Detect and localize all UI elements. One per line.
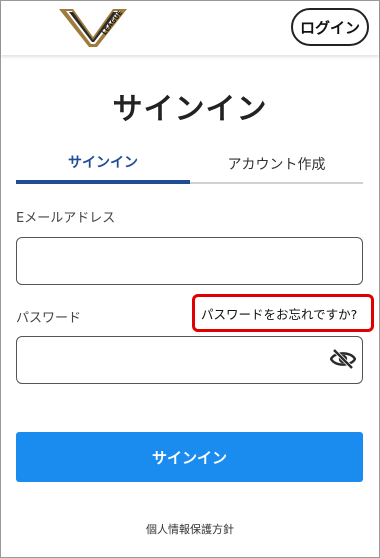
header: LEAGUE ログイン [1, 1, 379, 55]
privacy-policy-link[interactable]: 個人情報保護方針 [0, 521, 380, 537]
tab-create-account[interactable]: アカウント作成 [190, 144, 363, 184]
forgot-password-link[interactable]: パスワードをお忘れですか? [201, 304, 357, 323]
login-button[interactable]: ログイン [291, 8, 369, 46]
page-title: サインイン [112, 92, 268, 127]
email-label: Eメールアドレス [16, 211, 116, 226]
tab-signin[interactable]: サインイン [16, 144, 190, 184]
league-logo[interactable]: LEAGUE [57, 7, 129, 49]
email-field[interactable] [16, 237, 363, 285]
signin-button[interactable]: サインイン [16, 432, 363, 482]
password-label: パスワード [16, 311, 82, 326]
password-field[interactable] [16, 336, 363, 384]
auth-tabs: サインイン アカウント作成 [16, 144, 363, 184]
eye-slash-icon[interactable] [330, 348, 356, 370]
